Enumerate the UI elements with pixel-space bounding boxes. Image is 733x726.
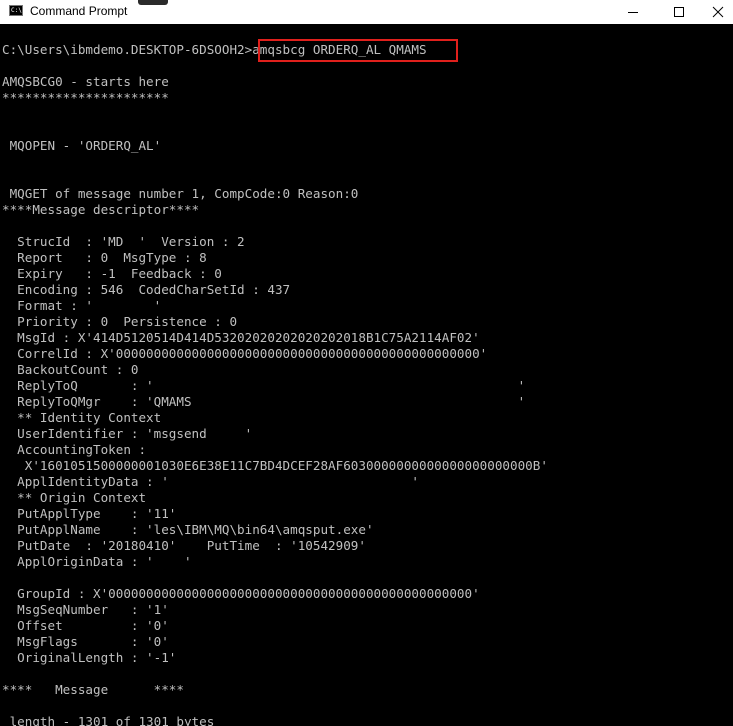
console-line: ApplIdentityData : ' ' <box>2 474 420 489</box>
console-line: Format : ' ' <box>2 298 162 313</box>
minimize-icon <box>628 12 638 13</box>
console-line: ReplyToQ : ' ' <box>2 378 526 393</box>
console-line: Priority : 0 Persistence : 0 <box>2 314 238 329</box>
console-line: Offset : '0' <box>2 618 169 633</box>
title-overlay-tab <box>138 0 168 5</box>
maximize-button[interactable] <box>656 0 702 24</box>
console-line: MQOPEN - 'ORDERQ_AL' <box>2 138 162 153</box>
console-line: X'1601051500000001030E6E38E11C7BD4DCEF28… <box>2 458 548 473</box>
console-line: GroupId : X'0000000000000000000000000000… <box>2 586 480 601</box>
console-line: StrucId : 'MD ' Version : 2 <box>2 234 245 249</box>
console-line: **** Message **** <box>2 682 184 697</box>
window-title: Command Prompt <box>30 4 128 18</box>
console-line: ReplyToQMgr : 'QMAMS ' <box>2 394 526 409</box>
console-line: ApplOriginData : ' ' <box>2 554 192 569</box>
console-line: MsgId : X'414D5120514D414D53202020202020… <box>2 330 480 345</box>
console-line: ****Message descriptor**** <box>2 202 200 217</box>
command-highlight-box <box>258 39 458 62</box>
console-line: AMQSBCG0 - starts here <box>2 74 169 89</box>
console-line: OriginalLength : '-1' <box>2 650 177 665</box>
console-line: length - 1301 of 1301 bytes <box>2 714 215 726</box>
console-line: AccountingToken : <box>2 442 147 457</box>
console-output[interactable]: C:\Users\ibmdemo.DESKTOP-6DSOOH2>amqsbcg… <box>0 24 733 726</box>
console-line: Report : 0 MsgType : 8 <box>2 250 207 265</box>
command-prompt-window: C:\ Command Prompt C:\Users\ibmdemo.DESK… <box>0 0 733 726</box>
console-line: Expiry : -1 Feedback : 0 <box>2 266 222 281</box>
console-line: MQGET of message number 1, CompCode:0 Re… <box>2 186 359 201</box>
console-line: PutApplName : 'les\IBM\MQ\bin64\amqsput.… <box>2 522 374 537</box>
command-prompt-icon: C:\ <box>9 5 23 16</box>
console-line: PutDate : '20180410' PutTime : '10542909… <box>2 538 366 553</box>
close-icon <box>712 6 723 18</box>
minimize-button[interactable] <box>610 0 656 24</box>
console-line: PutApplType : '11' <box>2 506 177 521</box>
console-line: MsgSeqNumber : '1' <box>2 602 169 617</box>
console-line: MsgFlags : '0' <box>2 634 169 649</box>
close-button[interactable] <box>702 0 733 24</box>
console-line: BackoutCount : 0 <box>2 362 139 377</box>
title-bar[interactable]: C:\ Command Prompt <box>0 0 733 24</box>
maximize-icon <box>674 7 684 17</box>
console-line: ********************** <box>2 90 169 105</box>
console-line: ** Identity Context <box>2 410 162 425</box>
console-line: UserIdentifier : 'msgsend ' <box>2 426 253 441</box>
console-line: ** Origin Context <box>2 490 147 505</box>
console-line: Encoding : 546 CodedCharSetId : 437 <box>2 282 291 297</box>
console-line: CorrelId : X'000000000000000000000000000… <box>2 346 488 361</box>
